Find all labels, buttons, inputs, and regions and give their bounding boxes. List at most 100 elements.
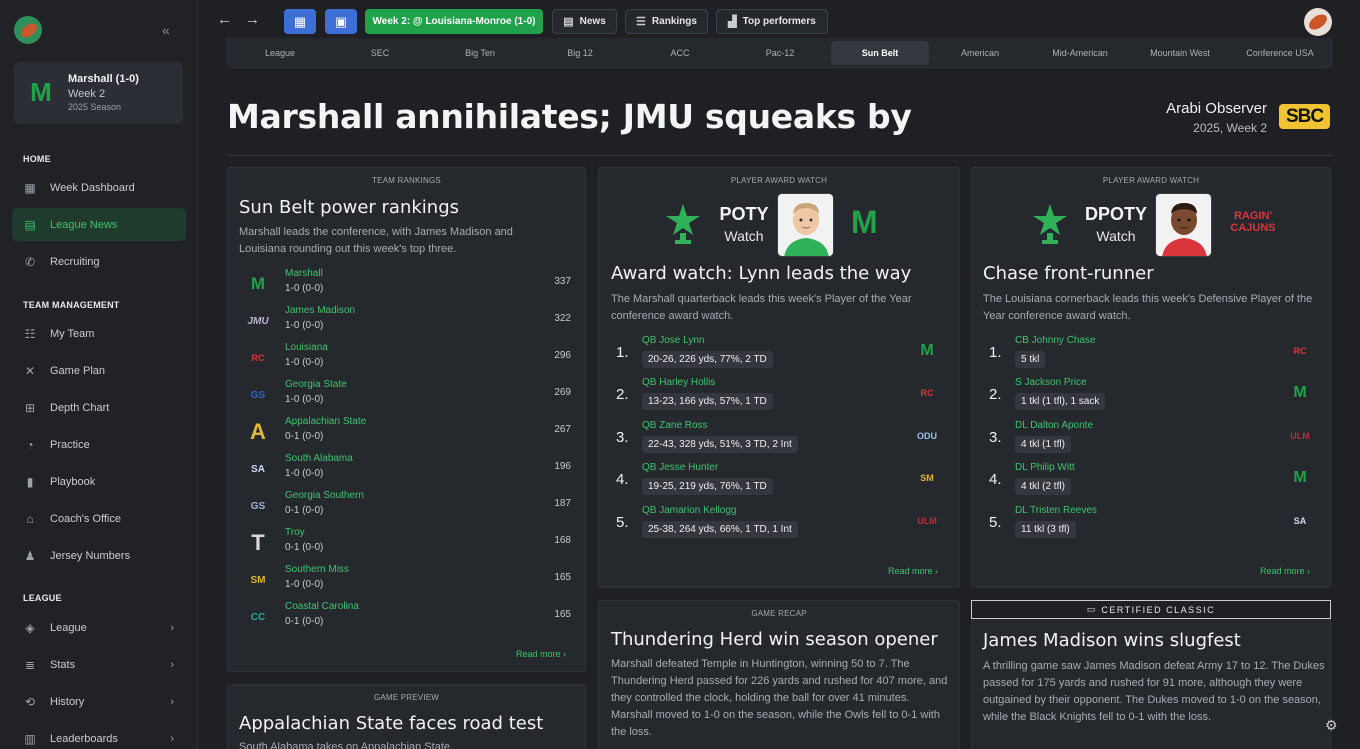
sidebar-item-game-plan[interactable]: ✕ Game Plan: [12, 354, 186, 387]
sidebar-item-leaderboards[interactable]: ▥ Leaderboards ›: [12, 722, 186, 749]
sidebar-item-depth-chart[interactable]: ⊞ Depth Chart: [12, 391, 186, 424]
award-row[interactable]: 1. CB Johnny Chase 5 tkl RC: [989, 335, 1314, 377]
section-league: LEAGUE: [23, 593, 62, 603]
poty-award-card: PLAYER AWARD WATCH POTY Watch M Award wa…: [598, 167, 960, 588]
rank-number: 4.: [989, 471, 1002, 488]
sidebar-item-stats[interactable]: ≣ Stats ›: [12, 648, 186, 681]
sidebar-item-week-dashboard[interactable]: ▦ Week Dashboard: [12, 171, 186, 204]
ranking-row[interactable]: GS Georgia Southern 0-1 (0-0) 187: [243, 488, 571, 525]
team-name[interactable]: Georgia Southern: [285, 490, 364, 501]
player-stat: 20-26, 226 yds, 77%, 2 TD: [642, 351, 773, 368]
team-logo-icon: T: [251, 530, 265, 555]
player-stat: 4 tkl (1 tfl): [1015, 436, 1071, 453]
award-watch-label: Watch: [1096, 228, 1136, 244]
sidebar-item-label: History: [50, 695, 85, 708]
award-row[interactable]: 2. S Jackson Price 1 tkl (1 tfl), 1 sack M: [989, 377, 1314, 419]
tab-big-ten[interactable]: Big Ten: [431, 41, 529, 65]
tab-mountain-west[interactable]: Mountain West: [1131, 41, 1229, 65]
award-row[interactable]: 5. DL Tristen Reeves 11 tkl (3 tfl) SA: [989, 505, 1314, 547]
app-logo-icon[interactable]: [14, 16, 42, 44]
award-row[interactable]: 4. QB Jesse Hunter 19-25, 219 yds, 76%, 1 …: [616, 462, 941, 504]
gear-icon[interactable]: ⚙: [1325, 717, 1338, 734]
read-more-link[interactable]: Read more ›: [1260, 566, 1310, 576]
team-record: 1-0 (0-0): [285, 320, 324, 331]
sidebar-item-league-news[interactable]: ▤ League News: [12, 208, 186, 241]
read-more-link[interactable]: Read more ›: [888, 566, 938, 576]
week-game-button[interactable]: Week 2: @ Louisiana-Monroe (1-0): [365, 9, 543, 34]
rank-number: 5.: [616, 514, 629, 531]
rank-number: 1.: [616, 344, 629, 361]
award-row[interactable]: 2. QB Harley Hollis 13-23, 166 yds, 57%, 1…: [616, 377, 941, 419]
top-performers-button[interactable]: ▟ Top performers: [716, 9, 828, 34]
back-arrow-icon[interactable]: ←: [217, 11, 232, 28]
ranking-row[interactable]: T Troy 0-1 (0-0) 168: [243, 525, 571, 562]
sidebar-item-recruiting[interactable]: ✆ Recruiting: [12, 245, 186, 278]
player-name[interactable]: S Jackson Price: [1015, 377, 1087, 388]
team-logo-icon: M: [1293, 469, 1307, 486]
card-caption: PLAYER AWARD WATCH: [1102, 176, 1200, 185]
player-name[interactable]: QB Jamarion Kellogg: [642, 505, 737, 516]
player-name[interactable]: QB Zane Ross: [642, 420, 708, 431]
player-name[interactable]: QB Jose Lynn: [642, 335, 704, 346]
tab-conference-usa[interactable]: Conference USA: [1231, 41, 1329, 65]
player-name[interactable]: QB Jesse Hunter: [642, 462, 718, 473]
player-name[interactable]: DL Philip Witt: [1015, 462, 1075, 473]
collapse-sidebar-icon[interactable]: «: [162, 22, 170, 38]
news-button[interactable]: ▤ News: [552, 9, 617, 34]
award-row[interactable]: 5. QB Jamarion Kellogg 25-38, 264 yds, 66%…: [616, 505, 941, 547]
award-row[interactable]: 1. QB Jose Lynn 20-26, 226 yds, 77%, 2 TD M: [616, 335, 941, 377]
ranking-row[interactable]: SM Southern Miss 1-0 (0-0) 165: [243, 562, 572, 599]
tab-acc[interactable]: ACC: [631, 41, 729, 65]
ranking-row[interactable]: JMU James Madison 1-0 (0-0) 322: [243, 303, 571, 340]
tab-league[interactable]: League: [231, 41, 329, 65]
read-more-link[interactable]: Read more ›: [516, 649, 566, 659]
player-name[interactable]: DL Tristen Reeves: [1015, 505, 1097, 516]
forward-arrow-icon[interactable]: →: [245, 11, 260, 28]
player-stat: 1 tkl (1 tfl), 1 sack: [1015, 393, 1106, 410]
tab-sec[interactable]: SEC: [331, 41, 429, 65]
rank-number: 5.: [989, 514, 1002, 531]
award-row[interactable]: 4. DL Philip Witt 4 tkl (2 tfl) M: [989, 462, 1314, 504]
archive-button[interactable]: ▣: [325, 9, 357, 34]
tab-big-12[interactable]: Big 12: [531, 41, 629, 65]
sidebar-item-my-team[interactable]: ☷ My Team: [12, 317, 186, 350]
team-name[interactable]: James Madison: [285, 305, 355, 316]
sidebar-item-coachs-office[interactable]: ⌂ Coach's Office: [12, 502, 186, 535]
sidebar-item-playbook[interactable]: ▮ Playbook: [12, 465, 186, 498]
team-name[interactable]: Troy: [285, 527, 305, 538]
team-name[interactable]: Appalachian State: [285, 416, 366, 427]
ranking-row[interactable]: CC Coastal Carolina 0-1 (0-0) 165: [243, 599, 571, 636]
team-name[interactable]: Southern Miss: [285, 564, 349, 575]
team-name[interactable]: Coastal Carolina: [285, 601, 359, 612]
rankings-button[interactable]: ☰ Rankings: [625, 9, 708, 34]
player-name[interactable]: DL Dalton Aponte: [1015, 420, 1093, 431]
ranking-row[interactable]: GS Georgia State 1-0 (0-0) 269: [243, 377, 571, 414]
dashboard-button[interactable]: ▦: [284, 9, 316, 34]
sidebar-item-league[interactable]: ◈ League ›: [12, 611, 186, 644]
team-name[interactable]: Georgia State: [285, 379, 347, 390]
sidebar-item-practice[interactable]: ◔ Practice: [12, 428, 186, 461]
team-name[interactable]: Louisiana: [285, 342, 328, 353]
ranking-row[interactable]: RC Louisiana 1-0 (0-0) 296: [243, 340, 572, 377]
team-card[interactable]: M Marshall (1-0) Week 2 2025 Season: [14, 62, 183, 124]
sidebar-item-history[interactable]: ⟲ History ›: [12, 685, 186, 718]
award-row[interactable]: 3. DL Dalton Aponte 4 tkl (1 tfl) ULM: [989, 420, 1314, 462]
ranking-row[interactable]: SA South Alabama 1-0 (0-0) 196: [243, 451, 571, 488]
game-recap-card: GAME RECAP Thundering Herd win season op…: [598, 600, 960, 749]
news-label: News: [579, 16, 606, 27]
award-row[interactable]: 3. QB Zane Ross 22-43, 328 yds, 51%, 3 TD,…: [616, 420, 941, 462]
tab-sun-belt[interactable]: Sun Belt: [831, 41, 929, 65]
team-name[interactable]: South Alabama: [285, 453, 353, 464]
ranking-row[interactable]: M Marshall 1-0 (0-0) 337: [243, 266, 571, 303]
sidebar-item-jersey-numbers[interactable]: ♟ Jersey Numbers: [12, 539, 186, 572]
tab-mid-american[interactable]: Mid-American: [1031, 41, 1129, 65]
ranking-row[interactable]: A Appalachian State 0-1 (0-0) 267: [243, 414, 571, 451]
player-name[interactable]: QB Harley Hollis: [642, 377, 715, 388]
tab-american[interactable]: American: [931, 41, 1029, 65]
football-icon[interactable]: [1304, 8, 1332, 36]
sidebar-item-label: Jersey Numbers: [50, 549, 131, 562]
player-name[interactable]: CB Johnny Chase: [1015, 335, 1096, 346]
tab-pac-12[interactable]: Pac-12: [731, 41, 829, 65]
team-name: Marshall (1-0): [68, 73, 139, 85]
team-name[interactable]: Marshall: [285, 268, 323, 279]
